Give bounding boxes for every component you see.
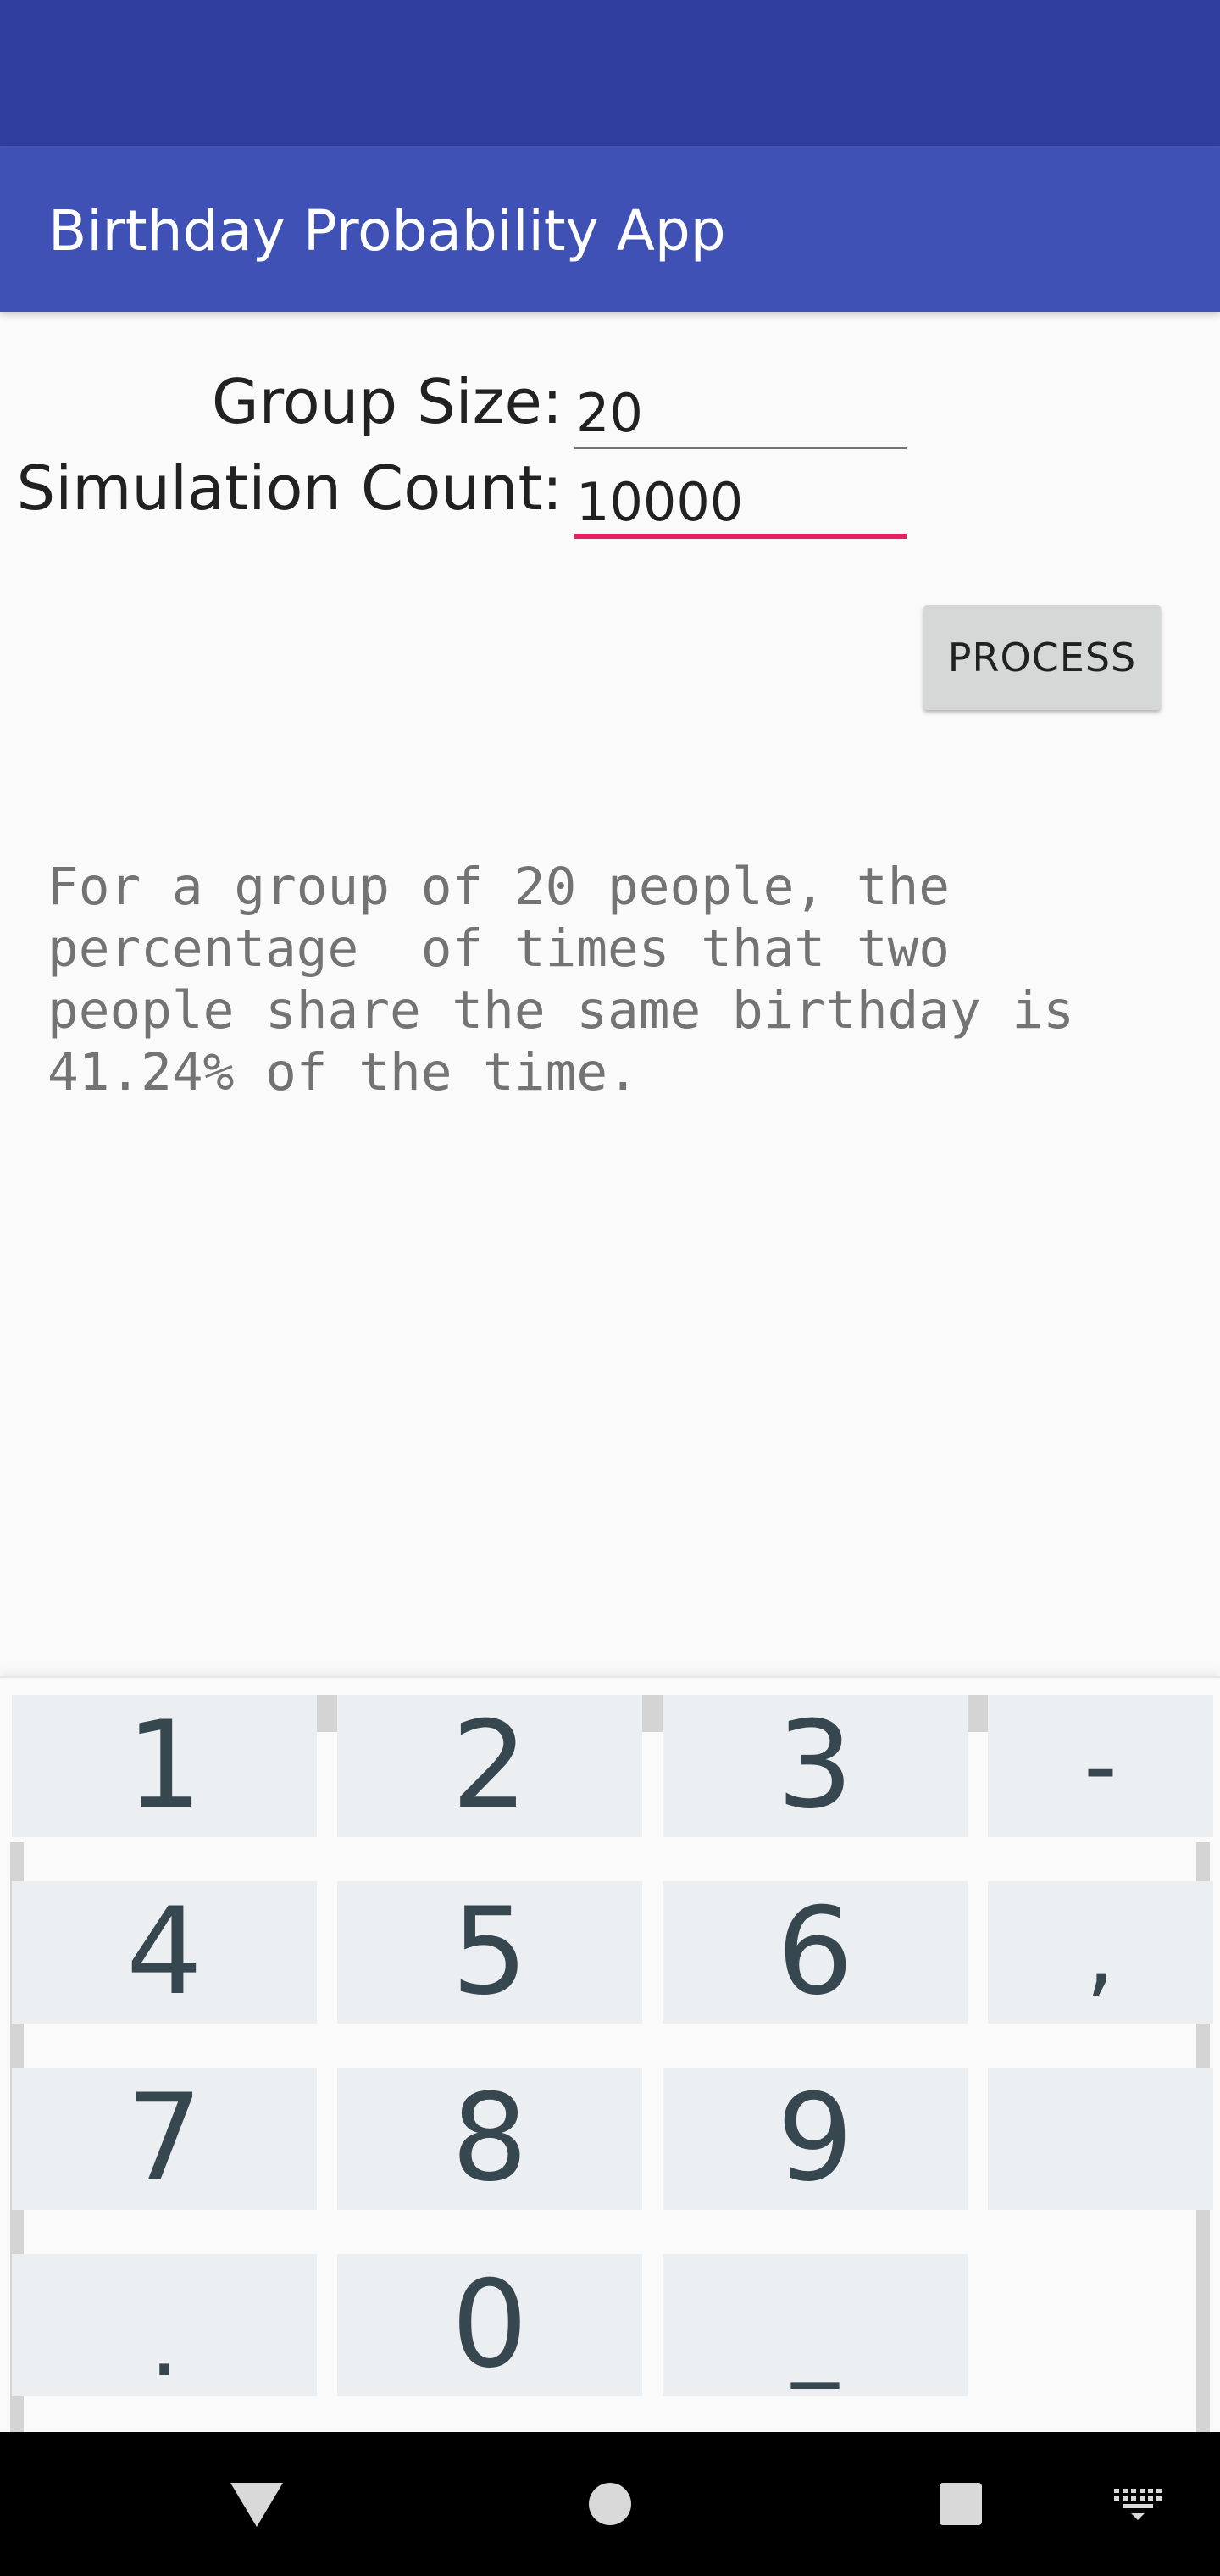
keyboard-switch-button[interactable] xyxy=(1066,2432,1210,2576)
key-0[interactable]: 0 xyxy=(337,2254,642,2396)
home-button[interactable] xyxy=(538,2432,682,2576)
key-8[interactable]: 8 xyxy=(337,2068,642,2210)
key-minus[interactable]: - xyxy=(988,1695,1213,1837)
key-1[interactable]: 1 xyxy=(12,1695,317,1837)
status-bar xyxy=(0,0,1220,146)
simulation-count-input[interactable] xyxy=(574,463,907,534)
keyboard-divider xyxy=(640,1695,663,1732)
group-size-input[interactable] xyxy=(574,373,907,447)
key-3[interactable]: 3 xyxy=(663,1695,968,1837)
group-size-label: Group Size: xyxy=(211,366,563,437)
key-blank[interactable] xyxy=(988,2068,1213,2210)
keyboard-switch-icon xyxy=(1114,2489,1162,2520)
key-underscore[interactable]: _ xyxy=(663,2254,968,2396)
recents-icon xyxy=(940,2483,982,2525)
key-2[interactable]: 2 xyxy=(337,1695,642,1837)
keyboard-divider xyxy=(315,1695,337,1732)
back-button[interactable] xyxy=(185,2432,329,2576)
key-5[interactable]: 5 xyxy=(337,1881,642,2024)
key-period[interactable]: . xyxy=(12,2254,317,2397)
simulation-count-label: Simulation Count: xyxy=(16,452,563,524)
key-comma[interactable]: , xyxy=(988,1881,1213,2024)
group-size-field[interactable] xyxy=(574,373,907,449)
key-9[interactable]: 9 xyxy=(663,2068,968,2210)
back-icon xyxy=(230,2483,283,2527)
key-6[interactable]: 6 xyxy=(663,1881,968,2024)
navigation-bar xyxy=(0,2432,1220,2576)
keyboard-divider xyxy=(966,1695,988,1732)
key-7[interactable]: 7 xyxy=(12,2068,317,2210)
app-title: Birthday Probability App xyxy=(48,198,726,264)
app-bar: Birthday Probability App xyxy=(0,146,1220,312)
simulation-count-field[interactable] xyxy=(574,463,907,539)
recents-button[interactable] xyxy=(889,2432,1033,2576)
result-text: For a group of 20 people, the percentage… xyxy=(47,857,1074,1102)
key-4[interactable]: 4 xyxy=(12,1881,317,2024)
process-button[interactable]: PROCESS xyxy=(923,605,1161,710)
home-icon xyxy=(589,2483,631,2525)
